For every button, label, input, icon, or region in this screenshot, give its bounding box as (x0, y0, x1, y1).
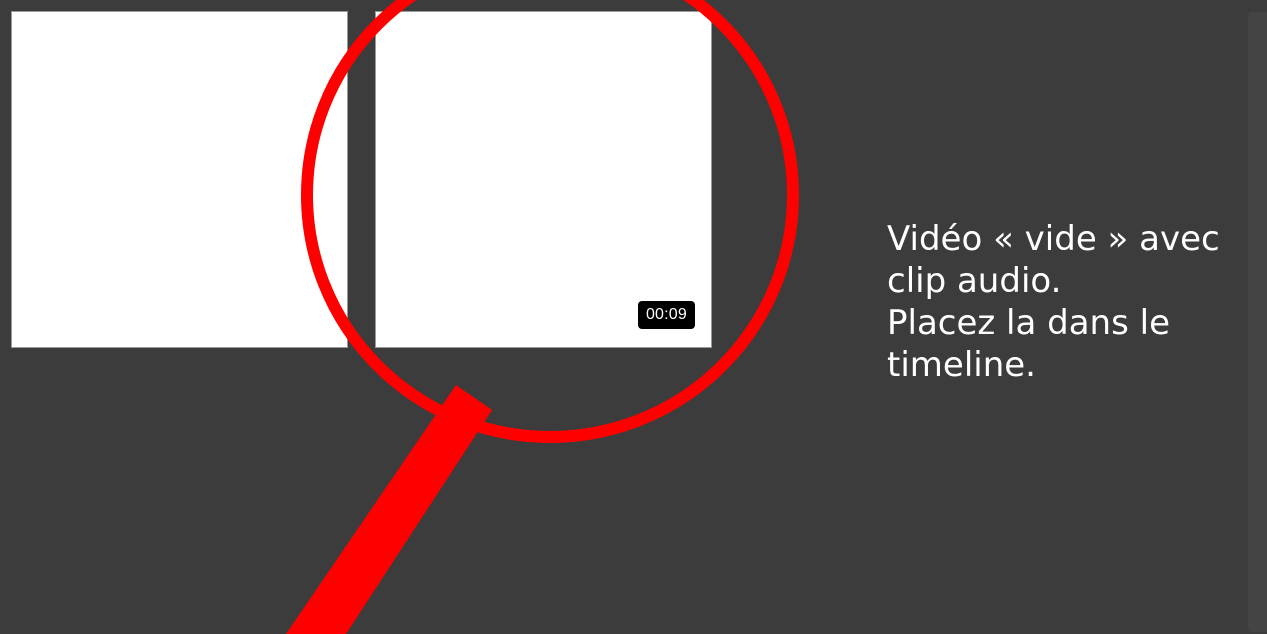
media-thumbnail-1[interactable] (11, 11, 348, 348)
annotation-line-2: clip audio. (887, 261, 1062, 301)
annotation-line-3: Placez la dans le (887, 303, 1170, 343)
duration-badge: 00:09 (637, 301, 695, 329)
media-thumbnail-2[interactable]: 00:09 (375, 11, 712, 348)
annotation-line-1: Vidéo « vide » avec (887, 219, 1220, 259)
annotation-line-4: timeline. (887, 345, 1036, 385)
magnifier-handle (286, 385, 492, 634)
annotation-text: Vidéo « vide » avec clip audio. Placez l… (887, 218, 1267, 386)
side-panel (1248, 12, 1267, 632)
screen: 00:09 Vidéo « vide » avec clip audio. Pl… (0, 0, 1267, 634)
